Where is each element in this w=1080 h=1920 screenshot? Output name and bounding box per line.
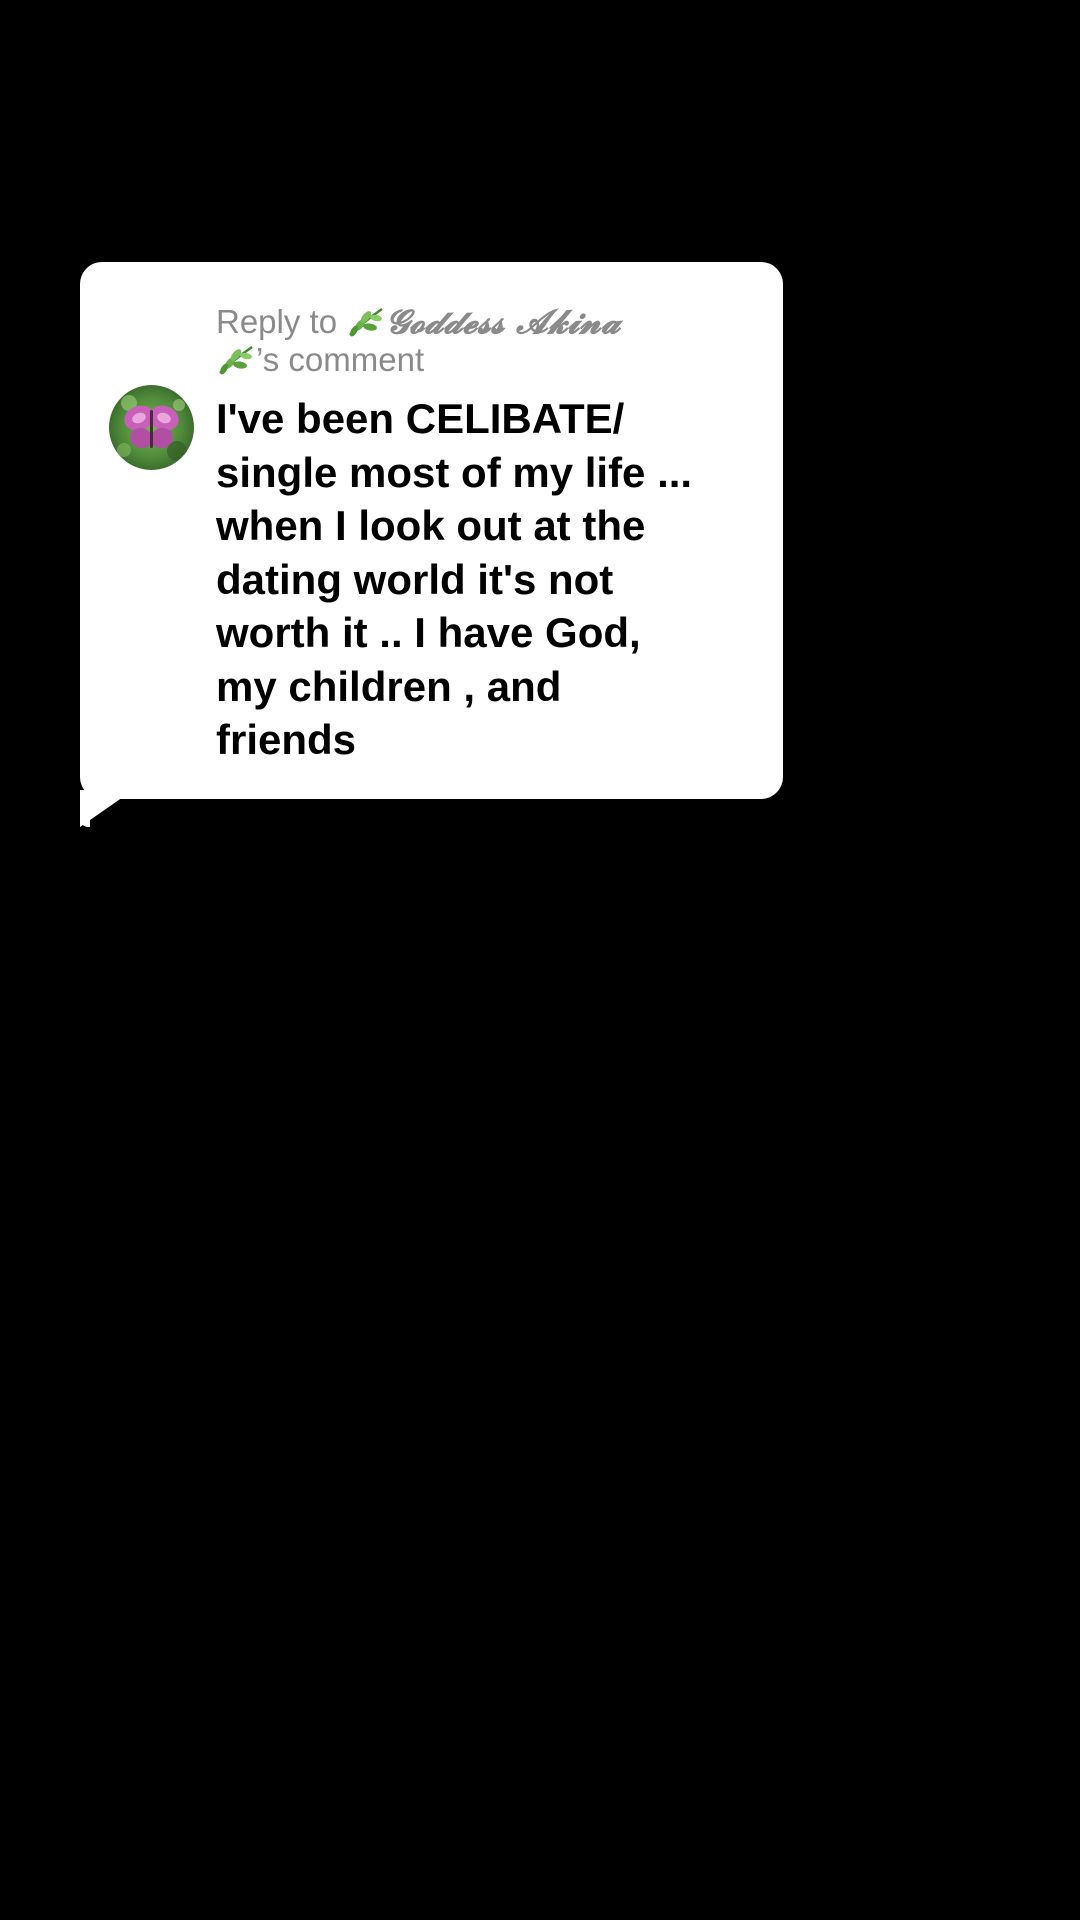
bubble-tail-pointer <box>80 795 126 827</box>
reply-username[interactable]: 𝓖𝓸𝓭𝓭𝓮𝓼𝓼 𝓐𝓴𝓲𝓷𝓪 <box>386 302 620 341</box>
reply-prefix: Reply to <box>216 303 347 340</box>
herb-leaf-icon <box>346 305 386 339</box>
comment-line: worth it .. I have God, <box>216 609 641 656</box>
comment-line: my children , and <box>216 662 562 710</box>
herb-leaf-icon <box>216 343 256 377</box>
butterfly-avatar-icon <box>109 385 194 470</box>
comment-line: dating world it's not <box>216 555 614 603</box>
commenter-avatar[interactable] <box>109 385 194 470</box>
comment-line: I've been CELIBATE/ <box>216 395 625 442</box>
comment-body: I've been CELIBATE/ single most of my li… <box>216 392 761 767</box>
video-frame: Reply to 𝓖𝓸𝓭𝓭𝓮𝓼𝓼 𝓐𝓴𝓲𝓷𝓪’s comment I've be… <box>0 0 1080 1920</box>
comment-line: single most of my life ... <box>216 448 693 496</box>
comment-line: friends <box>216 716 357 763</box>
reply-suffix: ’s comment <box>256 341 425 378</box>
reply-to-header: Reply to 𝓖𝓸𝓭𝓭𝓮𝓼𝓼 𝓐𝓴𝓲𝓷𝓪’s comment <box>216 303 756 379</box>
comment-line: when I look out at the <box>216 502 646 549</box>
